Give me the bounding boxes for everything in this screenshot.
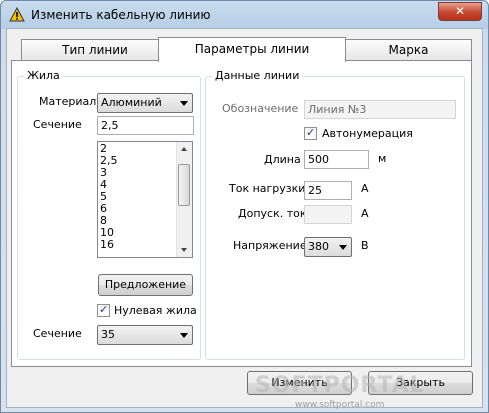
core-group-label: Жила <box>24 69 63 82</box>
material-select[interactable]: Алюминий <box>97 93 193 113</box>
tab-brand[interactable]: Марка <box>345 39 472 60</box>
chevron-down-icon <box>180 101 188 106</box>
section-listbox[interactable]: 2 2,5 3 4 5 6 8 10 16 <box>97 141 193 258</box>
section-input[interactable]: 2,5 <box>97 116 194 135</box>
zero-core-checkbox[interactable] <box>97 303 110 317</box>
chevron-down-icon <box>339 245 347 250</box>
tab-label: Марка <box>388 43 429 57</box>
load-current-unit: А <box>361 182 369 195</box>
section-list-scrollbar[interactable] <box>176 142 192 257</box>
zero-core-label: Нулевая жила <box>114 304 197 317</box>
zero-section-value: 35 <box>101 328 115 341</box>
voltage-select[interactable]: 380 <box>304 237 352 257</box>
tab-label: Параметры линии <box>194 42 310 56</box>
close-icon: ✕ <box>454 4 466 18</box>
section-label: Сечение <box>33 118 82 131</box>
length-input[interactable]: 500 <box>304 150 369 169</box>
load-current-input[interactable]: 25 <box>304 181 352 200</box>
scroll-up-icon[interactable] <box>177 142 192 157</box>
length-unit: м <box>378 152 387 165</box>
allowed-current-label: Допуск. ток <box>238 207 307 220</box>
voltage-label: Напряжение <box>233 239 307 252</box>
scroll-thumb[interactable] <box>178 164 190 206</box>
tab-strip: Тип линии Параметры линии Марка <box>11 37 472 62</box>
designation-label: Обозначение <box>222 102 299 115</box>
material-label: Материал <box>39 95 97 108</box>
window-title: Изменить кабельную линию <box>31 8 211 22</box>
close-window-button[interactable]: ✕ <box>438 2 482 21</box>
autonumber-checkbox[interactable] <box>304 126 317 140</box>
load-current-label: Ток нагрузки <box>229 182 306 195</box>
designation-input[interactable]: Линия №3 <box>304 100 456 119</box>
line-data-group: Данные линии Обозначение Линия №3 Автону… <box>205 69 465 360</box>
chevron-down-icon <box>180 333 188 338</box>
core-group: Жила Материал Алюминий Сечение 2,5 2 2,5 3… <box>17 69 201 360</box>
zero-section-label: Сечение <box>33 327 82 340</box>
material-value: Алюминий <box>101 96 162 109</box>
voltage-unit: В <box>361 239 369 252</box>
zero-section-select[interactable]: 35 <box>97 325 193 345</box>
watermark-url: www.softportal.com <box>295 400 385 410</box>
tab-label: Тип линии <box>62 43 128 57</box>
scroll-down-icon[interactable] <box>177 242 192 257</box>
autonumber-label: Автонумерация <box>322 127 413 140</box>
watermark-logo: SOFTPORTAL <box>255 373 425 398</box>
tab-page-line-parameters: Жила Материал Алюминий Сечение 2,5 2 2,5 3… <box>11 60 472 367</box>
warning-triangle-icon <box>9 7 25 22</box>
line-data-group-label: Данные линии <box>212 69 303 82</box>
tab-line-type[interactable]: Тип линии <box>21 39 169 60</box>
suggest-button[interactable]: Предложение <box>98 274 193 296</box>
tab-line-parameters[interactable]: Параметры линии <box>158 37 346 62</box>
title-bar[interactable]: Изменить кабельную линию ✕ <box>1 1 488 29</box>
allowed-current-unit: А <box>361 207 369 220</box>
voltage-value: 380 <box>308 240 329 253</box>
suggest-button-label: Предложение <box>104 278 187 291</box>
allowed-current-input[interactable] <box>304 205 352 224</box>
length-label: Длина <box>264 153 301 166</box>
